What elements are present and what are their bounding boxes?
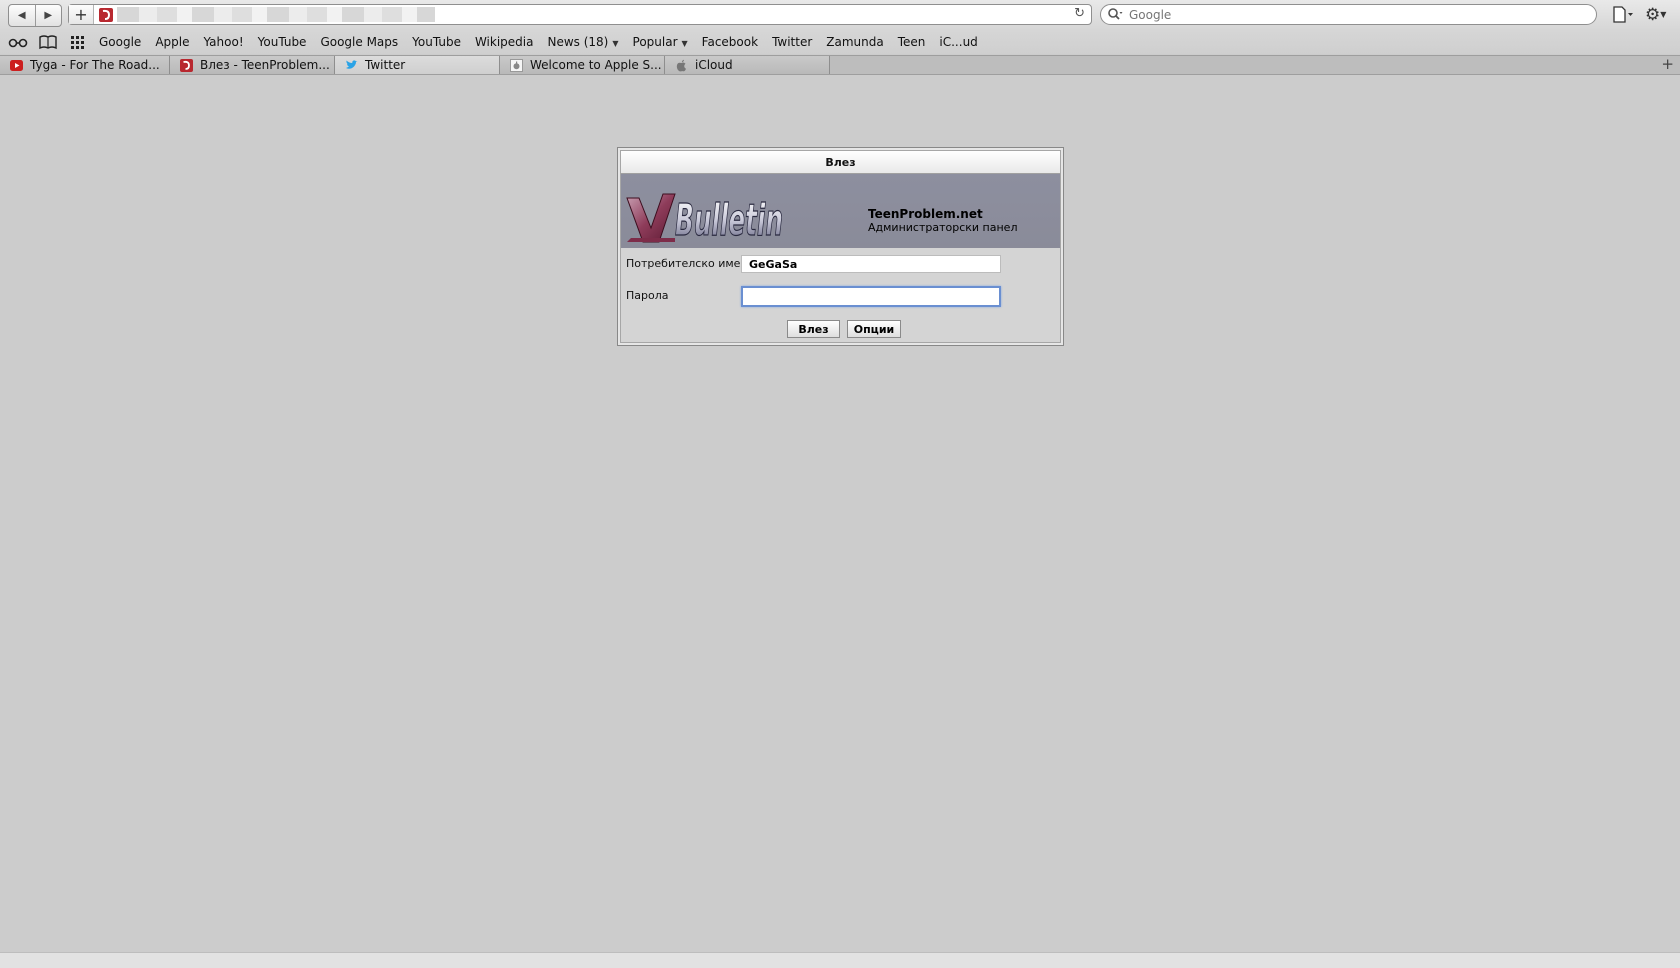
forward-arrow-icon: ▶ bbox=[44, 10, 53, 21]
bookmark-facebook[interactable]: Facebook bbox=[702, 35, 758, 49]
status-bar bbox=[0, 952, 1680, 968]
gear-icon: ⚙ bbox=[1645, 5, 1661, 25]
login-panel: Влез Bulletin TeenProblem.net Администра… bbox=[620, 150, 1061, 343]
redacted-url bbox=[117, 7, 435, 22]
vbulletin-icon bbox=[180, 58, 193, 72]
bookmark-teen[interactable]: Teen bbox=[898, 35, 926, 49]
youtube-icon bbox=[10, 59, 23, 71]
chevron-down-icon: ▼ bbox=[612, 39, 619, 48]
reload-icon[interactable]: ↻ bbox=[1074, 6, 1085, 21]
back-arrow-icon: ◀ bbox=[17, 10, 26, 21]
bookmark-youtube[interactable]: YouTube bbox=[258, 35, 307, 49]
vbulletin-logo: Bulletin bbox=[626, 193, 784, 246]
bookmark-links: Google Apple Yahoo! YouTube Google Maps … bbox=[92, 30, 985, 54]
bookmark-apple[interactable]: Apple bbox=[155, 35, 189, 49]
bookmark-youtube-2[interactable]: YouTube bbox=[412, 35, 461, 49]
login-dialog: Влез Bulletin TeenProblem.net Администра… bbox=[617, 147, 1064, 346]
bookmark-folder-news-label: News (18) bbox=[547, 35, 609, 49]
tab-apple-welcome[interactable]: Welcome to Apple S... bbox=[500, 56, 665, 74]
bookmarks-book-icon[interactable] bbox=[38, 34, 58, 50]
login-button[interactable]: Влез bbox=[787, 320, 840, 338]
tab-label: iCloud bbox=[695, 58, 733, 72]
navigation-buttons: ◀ ▶ bbox=[8, 4, 62, 27]
tab-bar: Tyga - For The Road... Влез - TeenProble… bbox=[0, 55, 1680, 75]
bookmark-google[interactable]: Google bbox=[99, 35, 141, 49]
bookmark-zamunda[interactable]: Zamunda bbox=[826, 35, 883, 49]
apple-page-icon bbox=[510, 58, 523, 72]
tab-label: Влез - TeenProblem... bbox=[200, 58, 330, 72]
search-bar[interactable] bbox=[1100, 4, 1597, 25]
reading-list-glasses-icon[interactable] bbox=[8, 34, 28, 50]
tab-label: Twitter bbox=[365, 58, 406, 72]
apple-icon bbox=[676, 59, 686, 71]
forward-button[interactable]: ▶ bbox=[34, 5, 62, 26]
bookmark-wikipedia[interactable]: Wikipedia bbox=[475, 35, 534, 49]
search-icon bbox=[1108, 8, 1123, 20]
twitter-icon bbox=[346, 59, 358, 69]
add-bookmark-button[interactable]: + bbox=[69, 5, 94, 24]
password-label: Парола bbox=[626, 289, 669, 302]
bookmark-yahoo[interactable]: Yahoo! bbox=[204, 35, 244, 49]
settings-gear-button[interactable]: ⚙▼ bbox=[1645, 5, 1671, 25]
search-input[interactable] bbox=[1127, 6, 1591, 24]
tab-label: Welcome to Apple S... bbox=[530, 58, 662, 72]
admin-panel-label: Администраторски панел bbox=[868, 221, 1018, 234]
bookmark-folder-news[interactable]: News (18) ▼ bbox=[547, 35, 618, 49]
bookmark-google-maps[interactable]: Google Maps bbox=[320, 35, 398, 49]
options-button[interactable]: Опции bbox=[847, 320, 901, 338]
username-field[interactable] bbox=[741, 255, 1001, 273]
vbulletin-favicon-icon bbox=[99, 8, 113, 22]
page-menu-icon[interactable] bbox=[1611, 6, 1635, 24]
bookmark-folder-popular[interactable]: Popular ▼ bbox=[633, 35, 688, 49]
username-label: Потребителско име bbox=[626, 257, 741, 270]
chevron-down-icon: ▼ bbox=[681, 39, 688, 48]
svg-text:Bulletin: Bulletin bbox=[675, 195, 783, 246]
tab-youtube-tyga[interactable]: Tyga - For The Road... bbox=[0, 56, 170, 74]
tab-icloud[interactable]: iCloud bbox=[665, 56, 830, 74]
tab-twitter[interactable]: Twitter bbox=[335, 56, 500, 74]
site-name: TeenProblem.net bbox=[868, 207, 983, 221]
tab-label: Tyga - For The Road... bbox=[30, 58, 160, 72]
dialog-title: Влез bbox=[621, 151, 1060, 174]
tab-vbulletin-login[interactable]: Влез - TeenProblem... bbox=[170, 56, 335, 74]
new-tab-button[interactable]: + bbox=[1661, 55, 1674, 73]
password-field[interactable] bbox=[741, 286, 1001, 307]
bookmarks-bar: Google Apple Yahoo! YouTube Google Maps … bbox=[0, 30, 1680, 54]
top-sites-grid-icon[interactable] bbox=[70, 34, 86, 50]
browser-toolbar: ◀ ▶ + ↻ ⚙▼ bbox=[0, 0, 1680, 30]
bookmark-twitter[interactable]: Twitter bbox=[772, 35, 812, 49]
back-button[interactable]: ◀ bbox=[9, 5, 35, 26]
plus-icon: + bbox=[74, 4, 88, 24]
address-bar[interactable]: + ↻ bbox=[68, 4, 1092, 25]
bookmark-icloud[interactable]: iC...ud bbox=[939, 35, 977, 49]
chevron-down-icon: ▼ bbox=[1660, 10, 1667, 19]
header-banner: Bulletin TeenProblem.net Администраторск… bbox=[621, 174, 1060, 248]
bookmark-folder-popular-label: Popular bbox=[632, 35, 678, 49]
